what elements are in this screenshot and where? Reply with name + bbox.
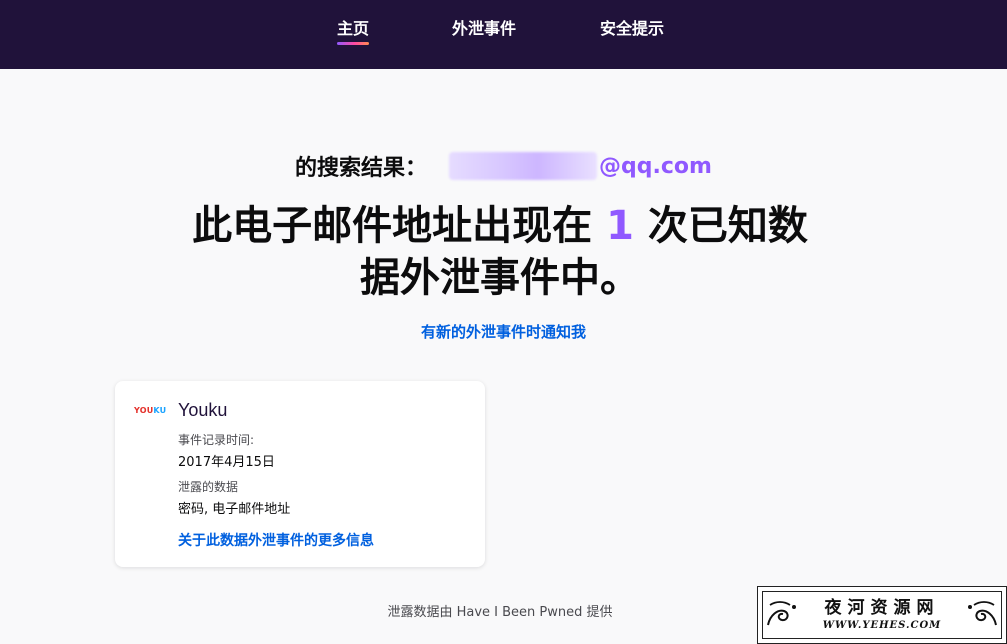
headline-text-before: 此电子邮件地址出现在 xyxy=(192,203,607,249)
nav-item-breaches[interactable]: 外泄事件 xyxy=(452,19,516,43)
search-result-line: 的搜索结果： @qq.com xyxy=(0,150,1007,182)
compromised-data-value: 密码, 电子邮件地址 xyxy=(178,502,291,517)
site-watermark: 夜河资源网 WWW.YEHES.COM xyxy=(757,586,1007,644)
breach-card: YOUKU Youku 事件记录时间: 2017年4月15日 泄露的数据 密码,… xyxy=(115,381,485,567)
search-result-prefix: 的搜索结果： xyxy=(295,156,428,181)
youku-logo: YOUKU xyxy=(134,406,166,415)
searched-email: @qq.com xyxy=(599,153,712,179)
watermark-url: WWW.YEHES.COM xyxy=(822,620,942,631)
logo-text-you: YOU xyxy=(134,406,154,415)
email-redaction-blur xyxy=(449,152,598,180)
notify-me-link[interactable]: 有新的外泄事件时通知我 xyxy=(0,321,1007,342)
logo-text-ku: KU xyxy=(153,406,167,415)
compromised-data-label: 泄露的数据 xyxy=(178,480,239,494)
breach-count: 1 xyxy=(606,203,634,249)
breach-added-date: 2017年4月15日 xyxy=(178,455,275,470)
nav-item-home[interactable]: 主页 xyxy=(337,19,370,45)
breach-added-label: 事件记录时间: xyxy=(178,433,255,447)
nav-item-security-tips[interactable]: 安全提示 xyxy=(600,19,664,43)
breach-more-info-link[interactable]: 关于此数据外泄事件的更多信息 xyxy=(178,530,374,550)
breach-name: Youku xyxy=(178,400,228,420)
watermark-title: 夜河资源网 xyxy=(824,598,940,618)
top-nav-bar: 主页 外泄事件 安全提示 xyxy=(0,0,1007,69)
breach-count-headline: 此电子邮件地址出现在 1 次已知数据外泄事件中。 xyxy=(180,200,820,304)
